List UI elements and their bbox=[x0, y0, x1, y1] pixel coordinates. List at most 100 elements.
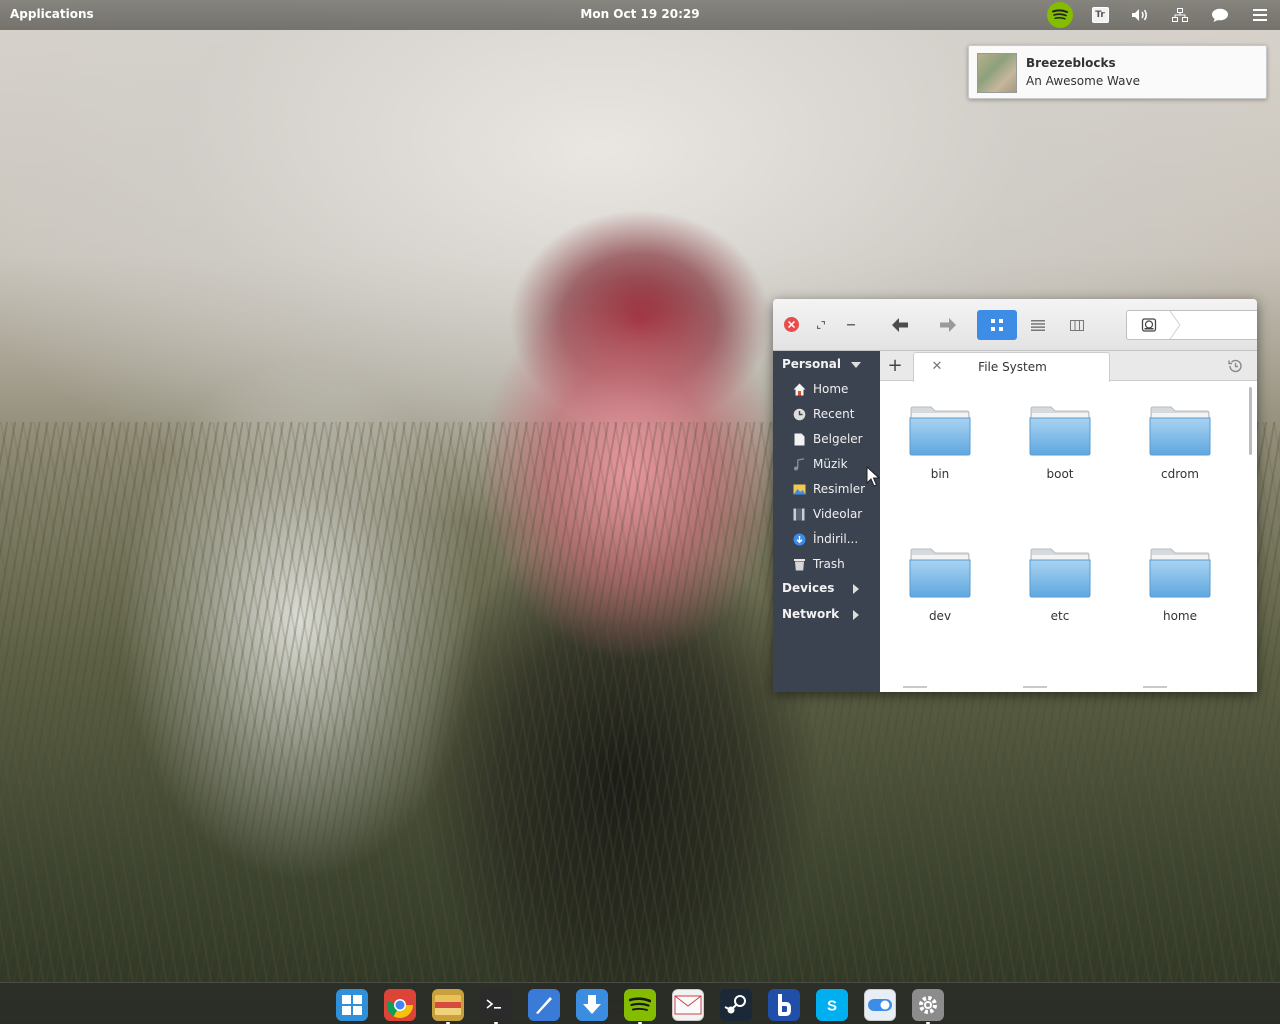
back-button[interactable] bbox=[886, 312, 914, 338]
chevron-right-icon[interactable] bbox=[851, 584, 861, 594]
files-icon bbox=[434, 993, 462, 1017]
sidebar-section-devices[interactable]: Devices bbox=[782, 581, 834, 595]
dock-item-files[interactable] bbox=[432, 989, 464, 1021]
drive-harddisk-icon bbox=[1141, 318, 1157, 332]
tab-bar: + ✕ File System bbox=[880, 351, 1257, 382]
file-view[interactable]: + ✕ File System bin boot cdrom dev etc home bbox=[880, 351, 1257, 692]
folder-icon bbox=[1029, 548, 1091, 598]
folder-name: etc bbox=[1050, 609, 1070, 623]
tab-history-button[interactable] bbox=[1227, 358, 1243, 374]
vertical-scrollbar[interactable] bbox=[1249, 387, 1252, 455]
session-indicator[interactable] bbox=[1240, 0, 1280, 30]
pathbar-separator-icon bbox=[1169, 311, 1181, 339]
keyboard-layout-label: Tr bbox=[1091, 7, 1109, 23]
chevron-down-icon[interactable] bbox=[851, 360, 861, 370]
dock-item-terminal[interactable] bbox=[480, 989, 512, 1021]
chat-bubble-icon bbox=[1212, 8, 1228, 22]
sound-indicator[interactable] bbox=[1120, 0, 1160, 30]
folder-icon bbox=[909, 406, 971, 456]
sidebar-item-recent[interactable]: Recent bbox=[792, 404, 880, 424]
folder-item[interactable]: etc bbox=[1015, 545, 1105, 635]
folder-name: boot bbox=[1046, 467, 1074, 481]
folder-item[interactable]: bin bbox=[895, 403, 985, 493]
documents-icon bbox=[792, 432, 806, 446]
spotify-icon bbox=[1047, 2, 1073, 28]
dock-item-mail[interactable] bbox=[672, 989, 704, 1021]
folder-item[interactable]: home bbox=[1135, 545, 1225, 635]
window-maximize-button[interactable] bbox=[814, 318, 828, 332]
applications-menu[interactable]: Applications bbox=[10, 7, 94, 21]
sidebar-item-home[interactable]: Home bbox=[792, 379, 880, 399]
multitasking-icon bbox=[340, 993, 364, 1017]
dock-item-chrome[interactable] bbox=[384, 989, 416, 1021]
folder-name: cdrom bbox=[1161, 467, 1199, 481]
tab-close-button[interactable]: ✕ bbox=[930, 360, 944, 374]
location-pathbar[interactable] bbox=[1126, 310, 1257, 340]
notification-body: An Awesome Wave bbox=[1026, 74, 1140, 88]
sidebar-item-documents[interactable]: Belgeler bbox=[792, 429, 880, 449]
arrow-right-icon bbox=[940, 318, 956, 332]
column-view-button[interactable] bbox=[1060, 310, 1094, 340]
folder-name: home bbox=[1162, 609, 1198, 623]
sidebar-item-label: Recent bbox=[813, 407, 855, 421]
dock-item-spotify[interactable] bbox=[624, 989, 656, 1021]
chrome-icon bbox=[386, 991, 414, 1019]
music-icon bbox=[792, 457, 806, 471]
sidebar-item-label: Belgeler bbox=[813, 432, 863, 446]
forward-button[interactable] bbox=[934, 312, 962, 338]
list-view-button[interactable] bbox=[1021, 310, 1055, 340]
svg-text:S: S bbox=[827, 998, 837, 1015]
list-view-icon bbox=[1031, 319, 1045, 331]
folder-item[interactable]: dev bbox=[895, 545, 985, 635]
sidebar-item-label: Resimler bbox=[813, 482, 866, 496]
scratch-editor-icon bbox=[532, 993, 556, 1017]
videos-icon bbox=[792, 507, 806, 521]
dock-item-scratch[interactable] bbox=[528, 989, 560, 1021]
settings-icon bbox=[917, 994, 939, 1016]
now-playing-notification[interactable]: Breezeblocks An Awesome Wave bbox=[968, 45, 1267, 99]
dock-item-downloader[interactable] bbox=[576, 989, 608, 1021]
sidebar-item-videos[interactable]: Videolar bbox=[792, 504, 880, 524]
menu-hamburger-icon bbox=[1253, 9, 1267, 21]
window-close-button[interactable] bbox=[784, 317, 799, 332]
sidebar-item-trash[interactable]: Trash bbox=[792, 554, 880, 574]
tab-file-system[interactable]: ✕ File System bbox=[913, 352, 1110, 382]
window-minimize-button[interactable] bbox=[844, 318, 858, 332]
terminal-icon bbox=[484, 995, 508, 1015]
network-indicator[interactable] bbox=[1160, 0, 1200, 30]
chevron-right-icon[interactable] bbox=[851, 610, 861, 620]
folder-icon bbox=[1149, 548, 1211, 598]
downloads-icon bbox=[792, 532, 806, 546]
dock-item-multitasking-view[interactable] bbox=[336, 989, 368, 1021]
b-letter-icon bbox=[774, 992, 794, 1018]
dock-item-system-settings[interactable] bbox=[912, 989, 944, 1021]
icon-view-button[interactable] bbox=[977, 310, 1017, 340]
panel-clock[interactable]: Mon Oct 19 20:29 bbox=[580, 7, 699, 21]
folder-item[interactable]: cdrom bbox=[1135, 403, 1225, 493]
new-tab-button[interactable]: + bbox=[887, 357, 903, 375]
spotify-icon bbox=[629, 997, 651, 1013]
sidebar-item-label: Home bbox=[813, 382, 849, 396]
messages-indicator[interactable] bbox=[1200, 0, 1240, 30]
sidebar-section-personal[interactable]: Personal bbox=[782, 357, 841, 371]
sidebar-item-downloads[interactable]: İndiril... bbox=[792, 529, 880, 549]
column-view-icon bbox=[1070, 319, 1084, 331]
dock-item-steam[interactable] bbox=[720, 989, 752, 1021]
dock-item-bitlbee[interactable] bbox=[768, 989, 800, 1021]
keyboard-layout-indicator[interactable]: Tr bbox=[1080, 0, 1120, 30]
mail-icon bbox=[674, 995, 702, 1015]
notification-title: Breezeblocks bbox=[1026, 56, 1116, 70]
pathbar-root-segment[interactable] bbox=[1127, 311, 1171, 339]
arrow-left-icon bbox=[892, 318, 908, 332]
recent-icon bbox=[792, 407, 806, 421]
mouse-cursor-icon bbox=[866, 466, 880, 487]
file-manager-toolbar bbox=[773, 299, 1257, 351]
dock-item-skype[interactable]: S bbox=[816, 989, 848, 1021]
sidebar-section-network[interactable]: Network bbox=[782, 607, 839, 621]
folder-name: bin bbox=[930, 467, 950, 481]
dock-item-switchboard-toggle[interactable] bbox=[864, 989, 896, 1021]
folder-icon bbox=[909, 548, 971, 598]
folder-item[interactable]: boot bbox=[1015, 403, 1105, 493]
spotify-indicator[interactable] bbox=[1040, 0, 1080, 30]
folder-partial bbox=[1143, 686, 1167, 692]
